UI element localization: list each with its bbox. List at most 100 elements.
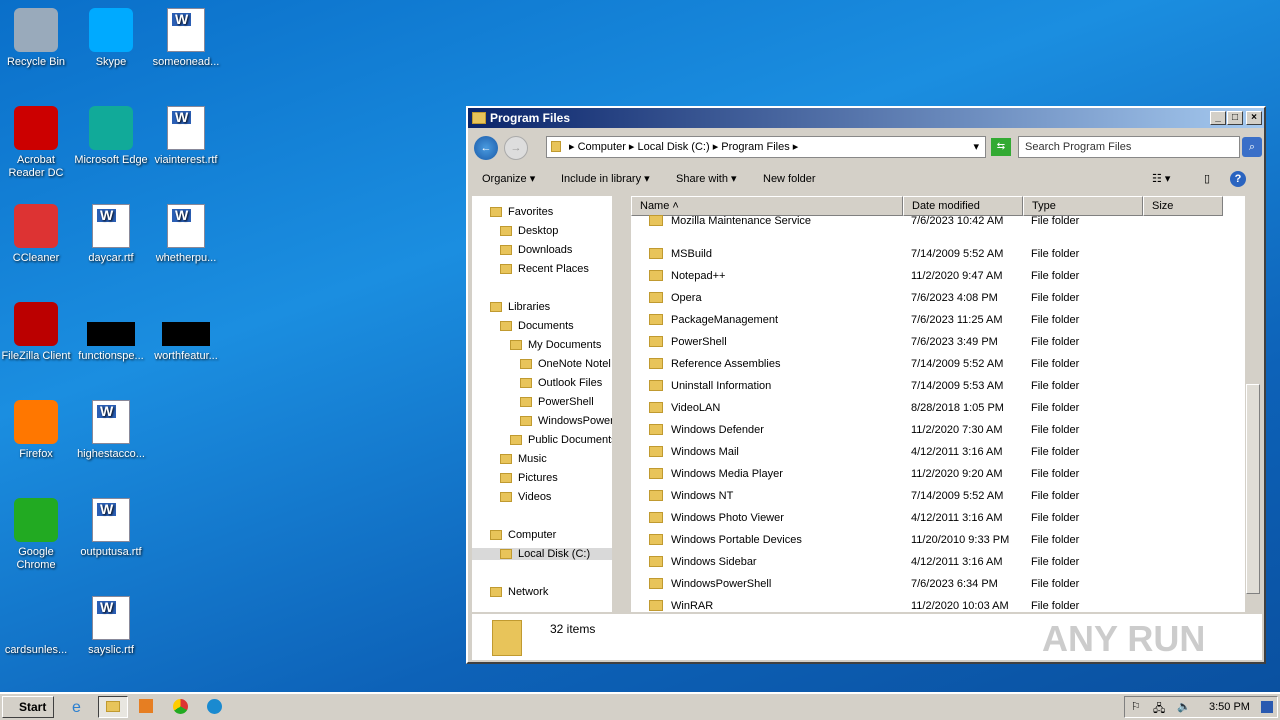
- nav-item[interactable]: Music: [500, 453, 547, 465]
- nav-scrollbar[interactable]: [612, 196, 628, 612]
- nav-item[interactable]: PowerShell: [520, 396, 594, 408]
- desktop-icon[interactable]: Recycle Bin: [0, 8, 74, 69]
- desktop-icon[interactable]: viainterest.rtf: [148, 106, 224, 167]
- folder-icon: [649, 578, 663, 589]
- desktop-icon[interactable]: FileZilla Client: [0, 302, 74, 363]
- file-scrollbar[interactable]: [1245, 196, 1261, 612]
- desktop-icon[interactable]: Skype: [73, 8, 149, 69]
- desktop-icon[interactable]: daycar.rtf: [73, 204, 149, 265]
- address-dropdown[interactable]: ▾: [973, 137, 979, 157]
- forward-button[interactable]: →: [504, 136, 528, 160]
- app-icon: [92, 400, 130, 444]
- desktop-icon[interactable]: cardsunles...: [0, 596, 74, 657]
- nav-item[interactable]: Network: [490, 586, 548, 598]
- file-type: File folder: [1031, 446, 1080, 458]
- desktop-icon[interactable]: Acrobat Reader DC: [0, 106, 74, 180]
- explorer-taskbar-button[interactable]: [98, 696, 128, 718]
- nav-item[interactable]: Documents: [500, 320, 574, 332]
- desktop-icon[interactable]: outputusa.rtf: [73, 498, 149, 559]
- include-in-library-button[interactable]: Include in library ▾: [561, 168, 650, 190]
- network-icon[interactable]: 🖧: [1153, 700, 1165, 719]
- preview-pane-icon[interactable]: ▯: [1204, 168, 1210, 190]
- nav-item[interactable]: Pictures: [500, 472, 558, 484]
- desktop-icon[interactable]: CCleaner: [0, 204, 74, 265]
- file-row[interactable]: WindowsPowerShell 7/6/2023 6:34 PM File fo…: [631, 573, 1241, 595]
- minimize-button[interactable]: _: [1210, 111, 1226, 125]
- internet-explorer-icon[interactable]: e: [72, 699, 81, 717]
- nav-item[interactable]: WindowsPower: [520, 415, 614, 427]
- file-row[interactable]: Windows Media Player 11/2/2020 9:20 AM Fil…: [631, 463, 1241, 485]
- start-button[interactable]: Start: [2, 696, 54, 718]
- file-row[interactable]: PowerShell 7/6/2023 3:49 PM File folder: [631, 331, 1241, 353]
- organize-button[interactable]: Organize ▾: [482, 168, 535, 190]
- folder-icon: [500, 473, 512, 484]
- back-button[interactable]: ←: [474, 136, 498, 160]
- search-input[interactable]: Search Program Files: [1018, 136, 1240, 158]
- nav-item[interactable]: Outlook Files: [520, 377, 602, 389]
- nav-item[interactable]: Downloads: [500, 244, 572, 256]
- file-row[interactable]: PackageManagement 7/6/2023 11:25 AM File f…: [631, 309, 1241, 331]
- nav-item[interactable]: Local Disk (C:): [472, 548, 612, 560]
- folder-icon: [106, 701, 120, 712]
- nav-item[interactable]: OneNote Notel: [520, 358, 611, 370]
- file-row[interactable]: Windows Portable Devices 11/20/2010 9:33 …: [631, 529, 1241, 551]
- file-date: 7/14/2009 5:52 AM: [911, 248, 1004, 260]
- title-bar[interactable]: Program Files _ □ ×: [468, 108, 1264, 128]
- file-row[interactable]: Uninstall Information 7/14/2009 5:53 AM Fi…: [631, 375, 1241, 397]
- desktop-icon[interactable]: Firefox: [0, 400, 74, 461]
- desktop-icon[interactable]: someonead...: [148, 8, 224, 69]
- nav-item[interactable]: Public Documents: [510, 434, 617, 446]
- desktop-icon[interactable]: sayslic.rtf: [73, 596, 149, 657]
- folder-icon: [551, 141, 561, 152]
- chrome-icon[interactable]: [173, 699, 188, 714]
- file-row[interactable]: WinRAR 11/2/2020 10:03 AM File folder: [631, 595, 1241, 612]
- nav-item[interactable]: Libraries: [490, 301, 550, 313]
- file-row[interactable]: Windows Sidebar 4/12/2011 3:16 AM File fol…: [631, 551, 1241, 573]
- volume-icon[interactable]: 🔈: [1177, 700, 1191, 713]
- file-row[interactable]: Windows Defender 11/2/2020 7:30 AM File fo…: [631, 419, 1241, 441]
- file-row[interactable]: Reference Assemblies 7/14/2009 5:52 AM Fil…: [631, 353, 1241, 375]
- close-button[interactable]: ×: [1246, 111, 1262, 125]
- nav-item[interactable]: Desktop: [500, 225, 558, 237]
- file-list: Name ˄ Date modified Type Size Mozilla M…: [631, 196, 1261, 612]
- file-row[interactable]: Mozilla Maintenance Service 7/6/2023 10:4…: [631, 210, 1241, 232]
- nav-item[interactable]: Recent Places: [500, 263, 589, 275]
- show-desktop-icon[interactable]: [1261, 701, 1273, 713]
- file-row[interactable]: Notepad++ 11/2/2020 9:47 AM File folder: [631, 265, 1241, 287]
- help-icon[interactable]: ?: [1230, 171, 1246, 187]
- nav-item[interactable]: My Documents: [510, 339, 601, 351]
- desktop-icon[interactable]: worthfeatur...: [148, 302, 224, 363]
- desktop-icon[interactable]: Google Chrome: [0, 498, 74, 572]
- nav-item[interactable]: Computer: [490, 529, 556, 541]
- file-date: 7/14/2009 5:52 AM: [911, 490, 1004, 502]
- view-options-icon[interactable]: ☷ ▾: [1152, 168, 1170, 190]
- file-date: 7/6/2023 4:08 PM: [911, 292, 998, 304]
- file-row[interactable]: Windows Photo Viewer 4/12/2011 3:16 AM Fil…: [631, 507, 1241, 529]
- maximize-button[interactable]: □: [1227, 111, 1243, 125]
- desktop-icon[interactable]: Microsoft Edge: [73, 106, 149, 167]
- scrollbar-thumb[interactable]: [1246, 384, 1260, 594]
- file-row[interactable]: VideoLAN 8/28/2018 1:05 PM File folder: [631, 397, 1241, 419]
- desktop-icon[interactable]: functionspe...: [73, 302, 149, 363]
- file-row[interactable]: MSBuild 7/14/2009 5:52 AM File folder: [631, 243, 1241, 265]
- refresh-button[interactable]: ⇆: [991, 138, 1011, 156]
- nav-item[interactable]: Videos: [500, 491, 551, 503]
- share-with-button[interactable]: Share with ▾: [676, 168, 737, 190]
- file-row[interactable]: Windows NT 7/14/2009 5:52 AM File folder: [631, 485, 1241, 507]
- desktop-icon-label: sayslic.rtf: [88, 644, 134, 656]
- flag-icon[interactable]: ⚐: [1131, 700, 1141, 713]
- clock[interactable]: 3:50 PM: [1209, 701, 1250, 713]
- edge-icon[interactable]: [207, 699, 222, 714]
- file-row[interactable]: Windows Mail 4/12/2011 3:16 AM File folder: [631, 441, 1241, 463]
- nav-item[interactable]: Favorites: [490, 206, 553, 218]
- address-bar[interactable]: ▸ Computer ▸ Local Disk (C:) ▸ Program F…: [546, 136, 986, 158]
- search-icon[interactable]: ⌕: [1242, 137, 1262, 157]
- file-name: Windows Mail: [671, 446, 739, 458]
- file-row[interactable]: Opera 7/6/2023 4:08 PM File folder: [631, 287, 1241, 309]
- media-player-icon[interactable]: [139, 699, 153, 713]
- desktop-icon[interactable]: whetherpu...: [148, 204, 224, 265]
- app-icon: [92, 204, 130, 248]
- desktop-icon[interactable]: highestacco...: [73, 400, 149, 461]
- file-date: 11/2/2020 9:20 AM: [911, 468, 1003, 480]
- new-folder-button[interactable]: New folder: [763, 168, 816, 190]
